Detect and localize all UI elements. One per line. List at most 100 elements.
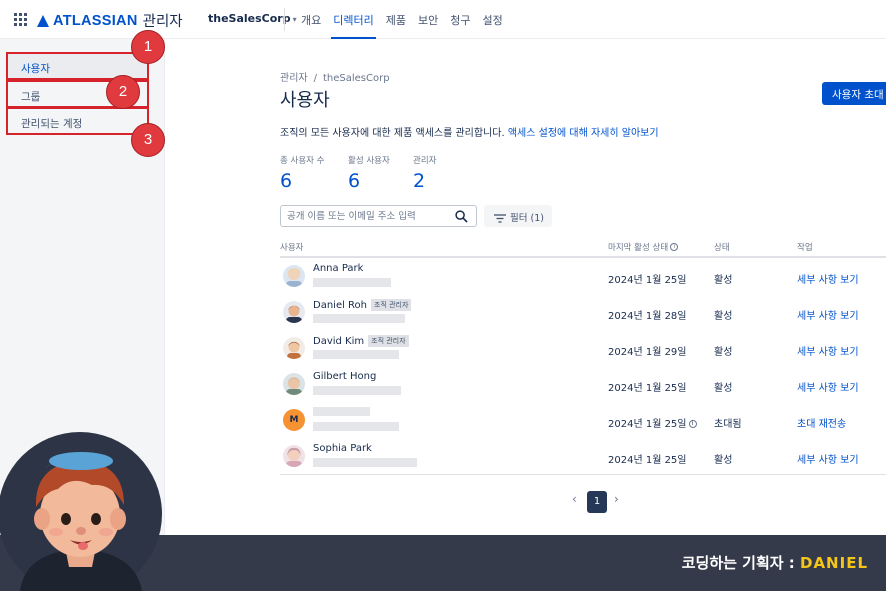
breadcrumb: 관리자 / theSalesCorp <box>280 69 390 84</box>
nav-billing[interactable]: 청구 <box>444 0 476 39</box>
avatar <box>283 445 305 467</box>
info-icon[interactable]: i <box>670 243 679 251</box>
previous-page-icon[interactable]: ‹ <box>572 492 577 506</box>
redacted-name <box>313 407 370 416</box>
user-name[interactable]: Anna Park <box>313 263 363 274</box>
nav-overview[interactable]: 개요 <box>295 0 327 39</box>
org-name: theSalesCorp <box>208 12 291 25</box>
nav-security[interactable]: 보안 <box>412 0 444 39</box>
last-active-date: 2024년 1월 25일 <box>608 383 687 394</box>
author-signature: 코딩하는 기획자 : DANIEL <box>682 552 868 573</box>
page-title: 사용자 <box>280 90 330 111</box>
stat-value: 6 <box>348 170 361 192</box>
view-details-link[interactable]: 세부 사항 보기 <box>797 451 859 466</box>
last-active-date: 2024년 1월 28일 <box>608 311 687 322</box>
column-actions: 작업 <box>797 243 813 253</box>
top-navigation-bar: ATLASSIAN 관리자 theSalesCorp ▾ 개요 디렉터리 제품 보… <box>0 0 886 39</box>
table-row: Gilbert Hong 2024년 1월 25일 활성 세부 사항 보기 <box>280 367 886 403</box>
column-user: 사용자 <box>280 243 304 253</box>
divider <box>284 8 285 31</box>
redacted-email <box>313 422 399 431</box>
nav-products[interactable]: 제품 <box>380 0 412 39</box>
view-details-link[interactable]: 세부 사항 보기 <box>797 307 859 322</box>
column-status: 상태 <box>714 243 730 253</box>
avatar <box>283 265 305 287</box>
redacted-email <box>313 386 401 395</box>
status-text: 활성 <box>714 275 733 286</box>
column-last-active: 마지막 활성 상태 i <box>608 241 679 253</box>
avatar <box>283 373 305 395</box>
resend-invite-link[interactable]: 초대 재전송 <box>797 415 846 430</box>
column-last-active-label: 마지막 활성 상태 <box>608 243 669 253</box>
user-name-text: Anna Park <box>313 263 364 274</box>
status-text: 활성 <box>714 383 733 394</box>
learn-more-link[interactable]: 액세스 설정에 대해 자세히 알아보기 <box>508 128 659 139</box>
user-name[interactable]: David Kim 조직 관리자 <box>313 335 409 347</box>
filter-label: 필터 (1) <box>510 213 544 224</box>
view-details-link[interactable]: 세부 사항 보기 <box>797 271 859 286</box>
atlassian-mark-icon <box>37 14 49 27</box>
table-row: M 2024년 1월 25일 i 초대됨 초대 재전송 <box>280 403 886 439</box>
stat-admins: 관리자 2 <box>413 154 436 192</box>
nav-directory[interactable]: 디렉터리 <box>327 0 379 39</box>
description-text: 조직의 모든 사용자에 대한 제품 액세스를 관리합니다. <box>280 128 505 139</box>
search-icon[interactable] <box>455 210 468 223</box>
redacted-email <box>313 350 399 359</box>
page-1-button[interactable]: 1 <box>587 491 607 513</box>
stat-value: 2 <box>413 170 426 192</box>
last-active-date: 2024년 1월 25일 <box>608 275 687 286</box>
stat-label: 관리자 <box>413 156 437 166</box>
status-text: 활성 <box>714 455 733 466</box>
avatar <box>283 337 305 359</box>
atlassian-logo[interactable]: ATLASSIAN 관리자 <box>37 10 183 31</box>
signature-name: DANIEL <box>800 554 868 572</box>
user-name-text: David Kim <box>313 336 365 347</box>
stat-label: 활성 사용자 <box>348 156 390 166</box>
table-bottom-border <box>280 474 886 475</box>
logo-subtitle: 관리자 <box>142 14 183 30</box>
breadcrumb-separator: / <box>313 73 317 84</box>
nav-settings[interactable]: 설정 <box>476 0 508 39</box>
status-text: 초대됨 <box>714 419 742 430</box>
view-details-link[interactable]: 세부 사항 보기 <box>797 343 859 358</box>
logo-text: ATLASSIAN <box>53 12 138 29</box>
mascot-character-icon <box>0 432 162 591</box>
sidebar-item-managed-accounts[interactable]: 관리되는 계정 <box>6 107 149 135</box>
app-switcher-icon[interactable] <box>14 13 27 26</box>
annotation-badge-1: 1 <box>131 30 165 64</box>
last-active-date-text: 2024년 1월 25일 <box>608 419 687 430</box>
redacted-email <box>313 314 405 323</box>
info-icon[interactable]: i <box>688 420 697 428</box>
annotation-badge-3: 3 <box>131 123 165 157</box>
filter-button[interactable]: 필터 (1) <box>484 205 552 227</box>
breadcrumb-admin[interactable]: 관리자 <box>280 73 308 84</box>
stat-active-users: 활성 사용자 6 <box>348 154 390 192</box>
last-active-date: 2024년 1월 25일 i <box>608 415 697 430</box>
role-badge: 조직 관리자 <box>368 335 409 347</box>
redacted-email <box>313 458 417 467</box>
user-name[interactable]: Daniel Roh 조직 관리자 <box>313 299 412 311</box>
search-input[interactable] <box>287 209 447 224</box>
stat-value: 6 <box>280 170 293 192</box>
user-name[interactable]: Sophia Park <box>313 443 372 454</box>
avatar: M <box>283 409 305 431</box>
status-text: 활성 <box>714 311 733 322</box>
stat-label: 총 사용자 수 <box>280 156 325 166</box>
stat-total-users: 총 사용자 수 6 <box>280 154 325 192</box>
next-page-icon[interactable]: › <box>614 492 619 506</box>
user-name-text: Gilbert Hong <box>313 371 377 382</box>
search-box <box>280 205 477 227</box>
user-name[interactable]: Gilbert Hong <box>313 371 376 382</box>
user-name-text: Daniel Roh <box>313 300 368 311</box>
main-nav: 개요 디렉터리 제품 보안 청구 설정 <box>295 0 509 39</box>
role-badge: 조직 관리자 <box>371 299 412 311</box>
table-header: 사용자 마지막 활성 상태 i 상태 작업 <box>280 239 886 258</box>
redacted-email <box>313 278 391 287</box>
view-details-link[interactable]: 세부 사항 보기 <box>797 379 859 394</box>
annotation-badge-2: 2 <box>106 75 140 109</box>
invite-users-button[interactable]: 사용자 초대 <box>822 82 886 105</box>
user-name-text: Sophia Park <box>313 443 372 454</box>
avatar <box>283 301 305 323</box>
breadcrumb-org[interactable]: theSalesCorp <box>323 73 390 84</box>
table-row: Daniel Roh 조직 관리자 2024년 1월 28일 활성 세부 사항 보… <box>280 295 886 331</box>
